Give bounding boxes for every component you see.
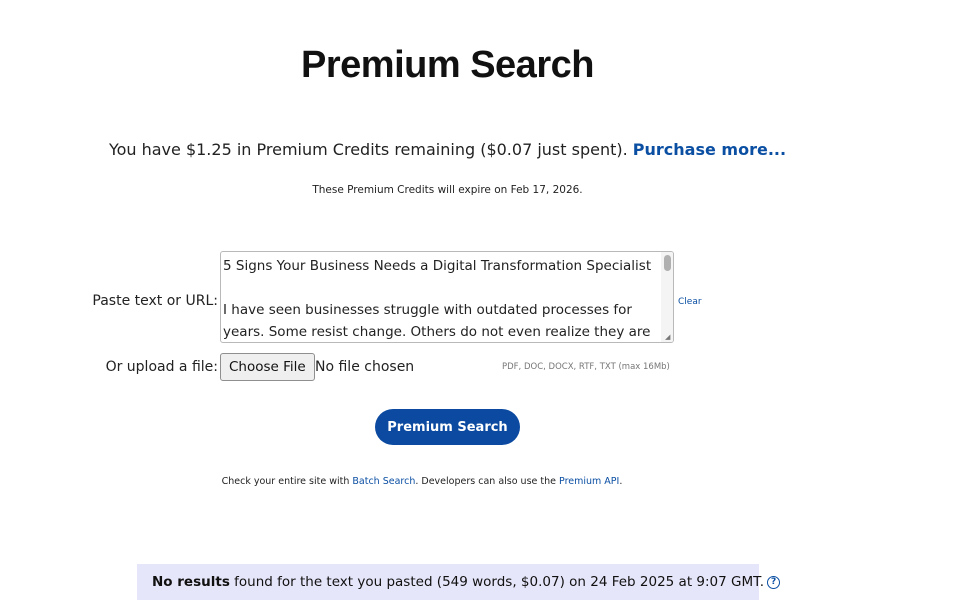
batch-middle-text: . Developers can also use the	[415, 476, 560, 487]
question-circle-icon[interactable]: ?	[767, 575, 781, 589]
file-type-hint: PDF, DOC, DOCX, RTF, TXT (max 16Mb)	[502, 362, 670, 372]
credits-text: You have $1.25 in Premium Credits remain…	[108, 140, 633, 159]
batch-prefix-text: Check your entire site with	[221, 476, 353, 487]
result-status-bar: No results found for the text you pasted…	[137, 564, 781, 600]
scrollbar-thumb[interactable]	[664, 255, 671, 271]
textarea-scrollbar[interactable]	[661, 252, 673, 342]
no-results-label: No results	[152, 574, 230, 590]
paste-text-label: Paste text or URL:	[92, 293, 218, 309]
text-input-container: ◢	[220, 251, 674, 343]
purchase-more-link[interactable]: Purchase more...	[633, 140, 786, 159]
choose-file-button[interactable]: Choose File	[220, 353, 315, 381]
credits-line: You have $1.25 in Premium Credits remain…	[0, 140, 895, 159]
clear-link[interactable]: Clear	[678, 297, 702, 307]
batch-info-line: Check your entire site with Batch Search…	[0, 476, 844, 487]
premium-api-link[interactable]: Premium API	[559, 476, 619, 487]
resize-handle-icon[interactable]: ◢	[665, 334, 672, 341]
premium-search-page: Premium Search You have $1.25 in Premium…	[0, 0, 975, 610]
batch-search-link[interactable]: Batch Search	[352, 476, 415, 487]
page-title: Premium Search	[301, 44, 594, 86]
no-file-text: No file chosen	[315, 359, 415, 375]
paste-text-input[interactable]	[221, 252, 663, 342]
result-details-text: found for the text you pasted (549 words…	[229, 574, 765, 590]
credits-expire-text: These Premium Credits will expire on Feb…	[312, 184, 583, 196]
batch-suffix-text: .	[619, 476, 623, 487]
premium-search-button[interactable]: Premium Search	[375, 409, 520, 445]
upload-file-label: Or upload a file:	[105, 359, 218, 375]
